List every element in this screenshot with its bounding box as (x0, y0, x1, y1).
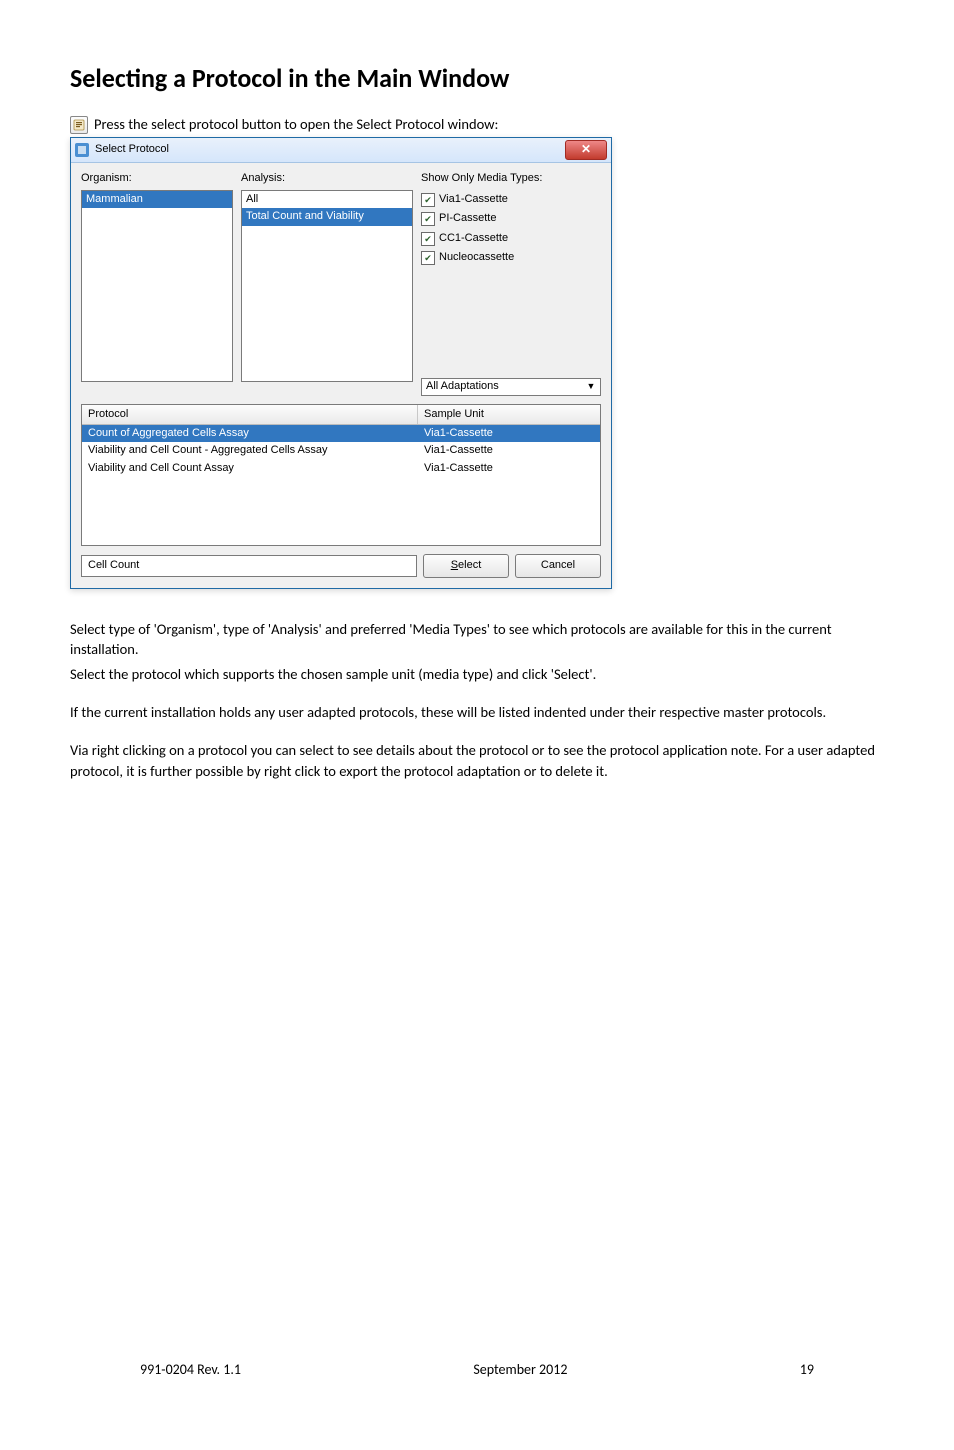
footer-left: 991-0204 Rev. 1.1 (140, 1360, 241, 1380)
page-footer: 991-0204 Rev. 1.1 September 2012 19 (140, 1360, 814, 1380)
checkbox-icon[interactable] (421, 193, 435, 207)
table-row[interactable]: Count of Aggregated Cells Assay Via1-Cas… (82, 425, 600, 442)
close-icon: ✕ (581, 141, 591, 158)
checkbox-label: CC1-Cassette (439, 231, 508, 246)
protocol-table: Protocol Sample Unit Count of Aggregated… (81, 404, 601, 546)
cell-sample: Via1-Cassette (418, 425, 600, 442)
close-button[interactable]: ✕ (565, 140, 607, 160)
table-row[interactable]: Viability and Cell Count Assay Via1-Cass… (82, 460, 600, 477)
intro-line: Press the select protocol button to open… (70, 114, 884, 134)
checkbox-label: Via1-Cassette (439, 192, 508, 207)
footer-right: 19 (800, 1360, 814, 1380)
adaptations-value: All Adaptations (426, 379, 499, 394)
intro-text: Press the select protocol button to open… (94, 114, 498, 134)
select-button[interactable]: Select (423, 554, 509, 578)
footer-center: September 2012 (473, 1360, 567, 1380)
status-text: Cell Count (88, 558, 139, 573)
media-types-label: Show Only Media Types: (421, 171, 601, 186)
media-check-row[interactable]: Via1-Cassette (421, 192, 601, 207)
adaptations-select[interactable]: All Adaptations ▼ (421, 378, 601, 396)
status-display: Cell Count (81, 555, 417, 577)
checkbox-label: PI-Cassette (439, 211, 496, 226)
checkbox-icon[interactable] (421, 232, 435, 246)
page-heading: Selecting a Protocol in the Main Window (70, 60, 884, 96)
chevron-down-icon: ▼ (584, 380, 598, 393)
cell-protocol: Viability and Cell Count Assay (82, 460, 418, 477)
media-check-row[interactable]: PI-Cassette (421, 211, 601, 226)
cancel-button[interactable]: Cancel (515, 554, 601, 578)
cell-sample: Via1-Cassette (418, 442, 600, 459)
organism-listbox[interactable]: Mammalian (81, 190, 233, 382)
media-check-row[interactable]: Nucleocassette (421, 250, 601, 265)
dialog-titlebar: Select Protocol ✕ (71, 138, 611, 163)
select-protocol-icon (70, 116, 88, 134)
column-header-sample-unit[interactable]: Sample Unit (418, 405, 600, 424)
checkbox-icon[interactable] (421, 251, 435, 265)
table-row[interactable]: Viability and Cell Count - Aggregated Ce… (82, 442, 600, 459)
checkbox-icon[interactable] (421, 212, 435, 226)
paragraph: Via right clicking on a protocol you can… (70, 740, 884, 781)
protocol-table-header: Protocol Sample Unit (82, 405, 600, 425)
select-protocol-dialog: Select Protocol ✕ Organism: Mammalian An… (70, 137, 612, 589)
dialog-app-icon (75, 143, 89, 157)
select-button-rest: elect (458, 559, 481, 571)
dialog-title: Select Protocol (95, 142, 565, 157)
cell-sample: Via1-Cassette (418, 460, 600, 477)
list-item[interactable]: Total Count and Viability (242, 208, 412, 225)
column-header-protocol[interactable]: Protocol (82, 405, 418, 424)
protocol-table-body: Count of Aggregated Cells Assay Via1-Cas… (82, 425, 600, 545)
checkbox-label: Nucleocassette (439, 250, 514, 265)
list-item[interactable]: Mammalian (82, 191, 232, 208)
cell-protocol: Count of Aggregated Cells Assay (82, 425, 418, 442)
media-check-row[interactable]: CC1-Cassette (421, 231, 601, 246)
cancel-button-label: Cancel (541, 558, 575, 573)
analysis-listbox[interactable]: All Total Count and Viability (241, 190, 413, 382)
list-item[interactable]: All (242, 191, 412, 208)
paragraph: Select type of 'Organism', type of 'Anal… (70, 619, 884, 660)
organism-label: Organism: (81, 171, 233, 186)
analysis-label: Analysis: (241, 171, 413, 186)
paragraph: Select the protocol which supports the c… (70, 664, 884, 684)
paragraph: If the current installation holds any us… (70, 702, 884, 722)
cell-protocol: Viability and Cell Count - Aggregated Ce… (82, 442, 418, 459)
